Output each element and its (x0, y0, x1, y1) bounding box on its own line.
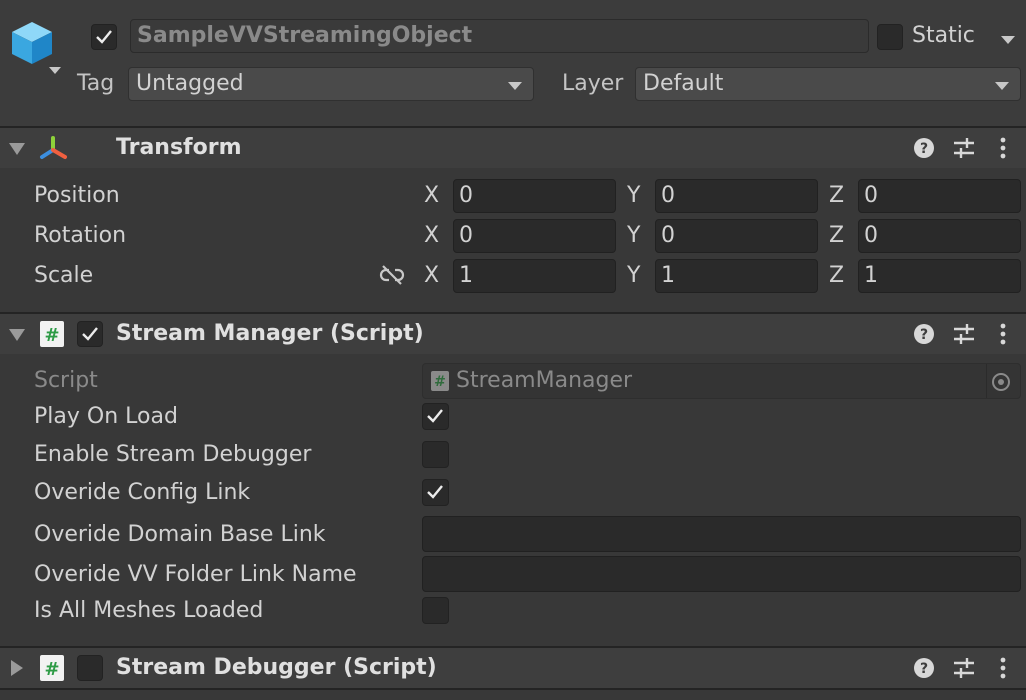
transform-axes-icon (40, 136, 67, 159)
tag-dropdown[interactable]: Untagged (128, 67, 534, 101)
more-icon[interactable] (998, 656, 1008, 680)
gameobject-header: SampleVVStreamingObject Static Tag Untag… (0, 0, 1026, 126)
axis-z-label: Z (829, 263, 845, 288)
overide-vv-folder-link-name-input[interactable] (422, 556, 1021, 592)
scale-z-field[interactable]: 1 (858, 259, 1021, 293)
icon-dropdown-arrow-icon[interactable] (48, 60, 62, 74)
help-icon[interactable]: ? (913, 657, 935, 679)
scale-z-value: 1 (864, 263, 878, 288)
axis-x-label: X (424, 183, 440, 208)
tag-label: Tag (77, 71, 115, 96)
presets-icon[interactable] (952, 656, 976, 680)
divider (0, 688, 1026, 690)
scale-y-value: 1 (661, 263, 675, 288)
cs-script-icon: # (40, 321, 64, 347)
unlinked-scale-icon[interactable] (379, 264, 405, 286)
axis-y-label: Y (627, 223, 641, 248)
rotation-x-field[interactable]: 0 (453, 219, 616, 253)
chevron-down-icon (508, 82, 522, 90)
static-toggle[interactable] (877, 24, 903, 50)
gameobject-name-text: SampleVVStreamingObject (137, 23, 473, 48)
svg-text:#: # (434, 374, 446, 390)
static-label: Static (912, 23, 975, 48)
axis-y-label: Y (627, 183, 641, 208)
scale-label: Scale (34, 263, 94, 288)
axis-y-label: Y (627, 263, 641, 288)
axis-z-label: Z (829, 183, 845, 208)
axis-x-label: X (424, 263, 440, 288)
foldout-arrow-icon[interactable] (8, 328, 26, 342)
position-x-value: 0 (459, 183, 473, 208)
help-icon[interactable]: ? (913, 323, 935, 345)
is-all-meshes-loaded-label: Is All Meshes Loaded (34, 598, 264, 623)
enable-stream-debugger-label: Enable Stream Debugger (34, 442, 312, 467)
stream-debugger-title: Stream Debugger (Script) (116, 655, 437, 680)
position-z-field[interactable]: 0 (858, 179, 1021, 213)
rotation-y-value: 0 (661, 223, 675, 248)
layer-value: Default (643, 71, 724, 96)
foldout-arrow-icon[interactable] (8, 142, 26, 156)
rotation-label: Rotation (34, 223, 127, 248)
svg-text:?: ? (920, 141, 928, 157)
layer-dropdown[interactable]: Default (635, 67, 1021, 101)
more-icon[interactable] (998, 322, 1008, 346)
rotation-x-value: 0 (459, 223, 473, 248)
svg-text:?: ? (920, 327, 928, 343)
object-picker-icon[interactable] (990, 371, 1012, 393)
more-icon[interactable] (998, 136, 1008, 160)
svg-text:#: # (44, 325, 59, 346)
svg-text:?: ? (920, 661, 928, 677)
enable-stream-debugger-toggle[interactable] (422, 441, 449, 468)
play-on-load-toggle[interactable] (422, 403, 449, 430)
scale-x-field[interactable]: 1 (453, 259, 616, 293)
cs-script-icon: # (431, 371, 449, 391)
help-icon[interactable]: ? (913, 137, 935, 159)
foldout-arrow-icon[interactable] (10, 659, 24, 677)
presets-icon[interactable] (952, 136, 976, 160)
layer-label: Layer (562, 71, 624, 96)
rotation-z-value: 0 (864, 223, 878, 248)
rotation-z-field[interactable]: 0 (858, 219, 1021, 253)
axis-x-label: X (424, 223, 440, 248)
stream-manager-header[interactable]: # Stream Manager (Script) ? (0, 314, 1026, 354)
transform-header[interactable]: Transform ? (0, 128, 1026, 168)
position-x-field[interactable]: 0 (453, 179, 616, 213)
transform-title: Transform (116, 135, 242, 160)
stream-manager-body: Script # StreamManager Play On Load Enab… (0, 354, 1026, 646)
stream-debugger-header[interactable]: # Stream Debugger (Script) ? (0, 648, 1026, 688)
script-value: StreamManager (456, 368, 633, 393)
script-label: Script (34, 368, 98, 393)
presets-icon[interactable] (952, 322, 976, 346)
stream-manager-title: Stream Manager (Script) (116, 321, 424, 346)
scale-x-value: 1 (459, 263, 473, 288)
play-on-load-label: Play On Load (34, 404, 178, 429)
transform-body: Position X 0 Y 0 Z 0 Rotation X 0 Y 0 Z … (0, 168, 1026, 312)
tag-value: Untagged (136, 71, 244, 96)
position-z-value: 0 (864, 183, 878, 208)
overide-domain-base-link-label: Overide Domain Base Link (34, 522, 326, 547)
position-label: Position (34, 183, 120, 208)
position-y-field[interactable]: 0 (655, 179, 818, 213)
gameobject-name-field[interactable]: SampleVVStreamingObject (130, 19, 869, 53)
overide-vv-folder-link-name-label: Overide VV Folder Link Name (34, 562, 357, 587)
chevron-down-icon (995, 82, 1009, 90)
active-toggle[interactable] (91, 24, 117, 50)
stream-debugger-enabled-toggle[interactable] (77, 655, 103, 681)
overide-config-link-label: Overide Config Link (34, 480, 251, 505)
cs-script-icon: # (40, 655, 64, 681)
position-y-value: 0 (661, 183, 675, 208)
stream-manager-enabled-toggle[interactable] (77, 321, 103, 347)
overide-domain-base-link-input[interactable] (422, 516, 1021, 552)
script-object-field[interactable]: # StreamManager (422, 363, 1021, 399)
axis-z-label: Z (829, 223, 845, 248)
scale-y-field[interactable]: 1 (655, 259, 818, 293)
svg-text:#: # (44, 659, 59, 680)
static-dropdown-icon[interactable] (1000, 31, 1016, 44)
rotation-y-field[interactable]: 0 (655, 219, 818, 253)
is-all-meshes-loaded-toggle[interactable] (422, 597, 449, 624)
overide-config-link-toggle[interactable] (422, 479, 449, 506)
